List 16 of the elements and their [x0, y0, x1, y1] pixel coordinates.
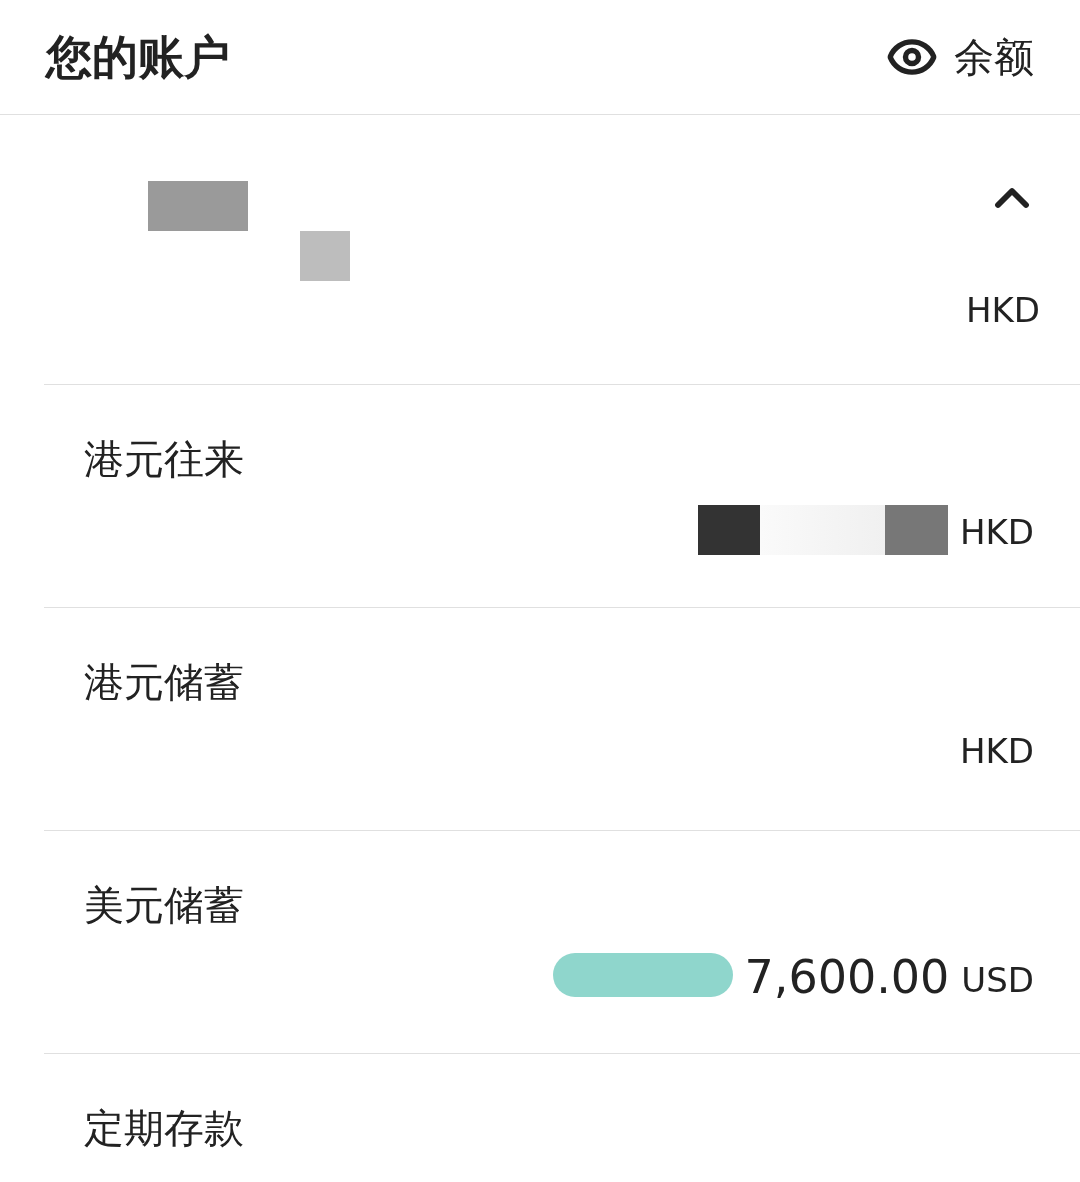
account-row[interactable]: 港元往来 HKD [44, 385, 1080, 608]
account-name: 定期存款 [84, 1104, 245, 1153]
account-name: 美元储蓄 [84, 881, 245, 930]
balance-toggle[interactable]: 余额 [886, 27, 1034, 87]
account-name: 港元储蓄 [84, 658, 245, 707]
redaction-block [300, 231, 350, 281]
currency-label: HKD [959, 511, 1034, 554]
account-row[interactable]: 港元储蓄 HKD [44, 608, 1080, 831]
account-row[interactable]: 定期存款 [44, 1054, 1080, 1182]
amount: 7,600.00 [744, 951, 950, 1003]
currency-label: HKD [959, 730, 1034, 773]
page-title: 您的账户 [46, 28, 230, 86]
account-row[interactable]: 美元储蓄 7,600.00 USD [44, 831, 1080, 1054]
account-name: 港元往来 [84, 435, 245, 484]
currency-label: HKD [965, 289, 1040, 332]
currency-label: USD [961, 959, 1034, 1002]
